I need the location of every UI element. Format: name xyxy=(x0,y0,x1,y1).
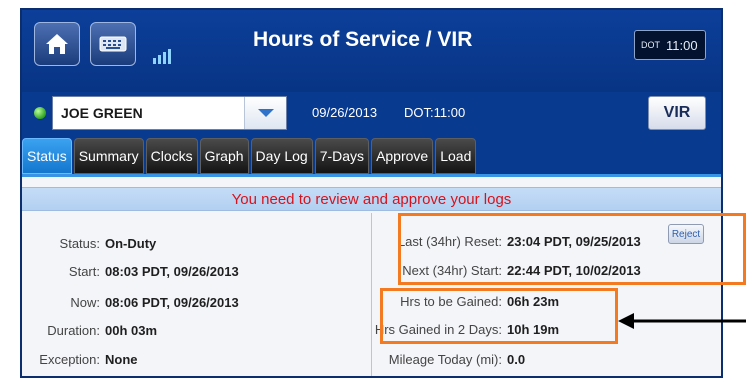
mileage-value: 0.0 xyxy=(507,352,526,367)
tab-graph[interactable]: Graph xyxy=(199,138,249,174)
duration-field: Duration: 00h 03m xyxy=(30,323,157,338)
hours-gained-highlight-box xyxy=(380,288,618,344)
driver-dropdown-button[interactable] xyxy=(244,97,286,129)
tab-load[interactable]: Load xyxy=(435,138,477,174)
duration-label: Duration: xyxy=(47,323,100,338)
dot-clock-display: DOT 11:00 xyxy=(634,30,706,60)
home-icon xyxy=(46,34,68,54)
tab-summary[interactable]: Summary xyxy=(73,138,144,174)
top-bar: Hours of Service / VIR DOT 11:00 xyxy=(22,10,721,92)
tab-clocks[interactable]: Clocks xyxy=(145,138,198,174)
tab-approve[interactable]: Approve xyxy=(371,138,434,174)
keyboard-icon xyxy=(99,36,127,52)
status-value: On-Duty xyxy=(105,236,157,251)
dot-time: DOT:11:00 xyxy=(404,105,466,120)
mileage-field: Mileage Today (mi): 0.0 xyxy=(370,352,525,367)
signal-icon xyxy=(153,49,171,64)
tab-bar: Status Summary Clocks Graph Day Log 7-Da… xyxy=(22,138,477,174)
now-label: Now: xyxy=(70,295,100,310)
page-title: Hours of Service / VIR xyxy=(253,28,473,51)
tab-day-log[interactable]: Day Log xyxy=(250,138,313,174)
start-field: Start: 08:03 PDT, 09/26/2013 xyxy=(30,264,239,279)
now-field: Now: 08:06 PDT, 09/26/2013 xyxy=(30,295,239,310)
dot-clock-label: DOT xyxy=(641,40,660,50)
reset-highlight-box xyxy=(398,213,746,285)
mileage-label: Mileage Today (mi): xyxy=(388,352,502,367)
start-label: Start: xyxy=(68,264,100,279)
duration-value: 00h 03m xyxy=(105,323,158,338)
tab-status[interactable]: Status xyxy=(22,138,72,174)
now-value: 08:06 PDT, 09/26/2013 xyxy=(105,295,239,310)
exception-field: Exception: None xyxy=(30,352,138,367)
chevron-down-icon xyxy=(257,109,274,117)
status-label: Status: xyxy=(59,236,100,251)
exception-label: Exception: xyxy=(39,352,100,367)
home-button[interactable] xyxy=(34,22,80,66)
screenshot: Hours of Service / VIR DOT 11:00 JOE GRE… xyxy=(0,0,746,385)
left-arrow-icon xyxy=(618,313,746,329)
driver-select[interactable]: JOE GREEN xyxy=(52,96,287,130)
status-field: Status: On-Duty xyxy=(30,236,157,251)
vir-button[interactable]: VIR xyxy=(648,96,706,130)
current-date: 09/26/2013 xyxy=(312,105,378,120)
keyboard-button[interactable] xyxy=(90,22,136,66)
start-value: 08:03 PDT, 09/26/2013 xyxy=(105,264,239,279)
tab-7-days[interactable]: 7-Days xyxy=(314,138,370,174)
status-dot-icon xyxy=(34,107,46,119)
approve-logs-alert[interactable]: You need to review and approve your logs xyxy=(22,187,721,211)
dot-clock-time: 11:00 xyxy=(666,37,698,53)
exception-value: None xyxy=(105,352,138,367)
driver-name: JOE GREEN xyxy=(61,105,143,121)
